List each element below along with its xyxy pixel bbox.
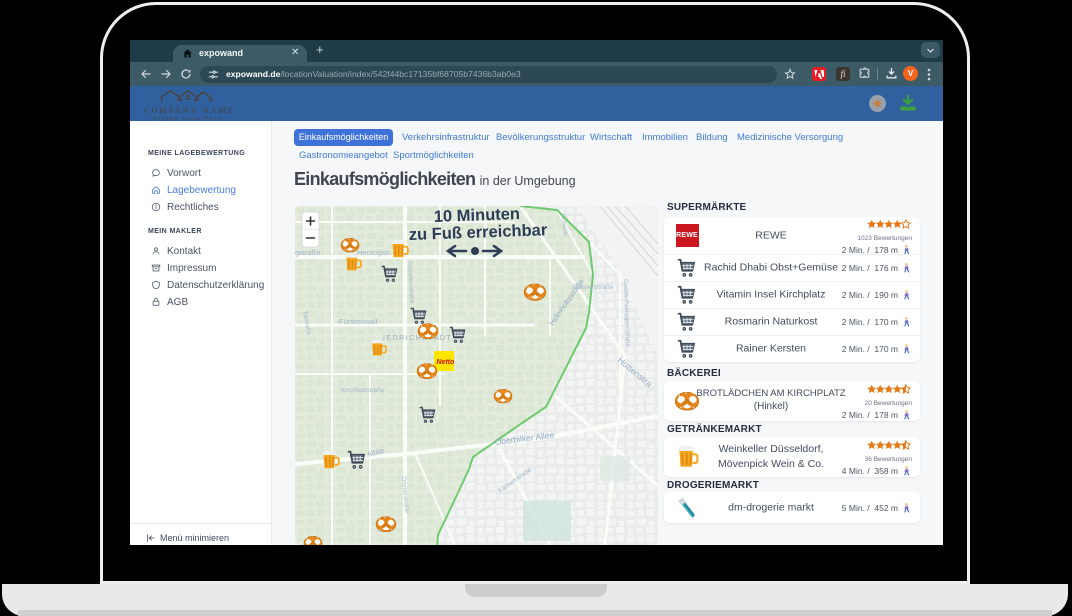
svg-text:Fürstenwall: Fürstenwall — [339, 317, 378, 326]
svg-text:Kirchfeldstraße: Kirchfeldstraße — [341, 387, 385, 394]
svg-text:Herzogstr: Herzogstr — [357, 248, 390, 257]
svg-text:IEDRICHSTADT: IEDRICHSTADT — [383, 335, 452, 342]
svg-text:gstraße: gstraße — [295, 248, 320, 257]
svg-text:Netto: Netto — [437, 359, 456, 366]
